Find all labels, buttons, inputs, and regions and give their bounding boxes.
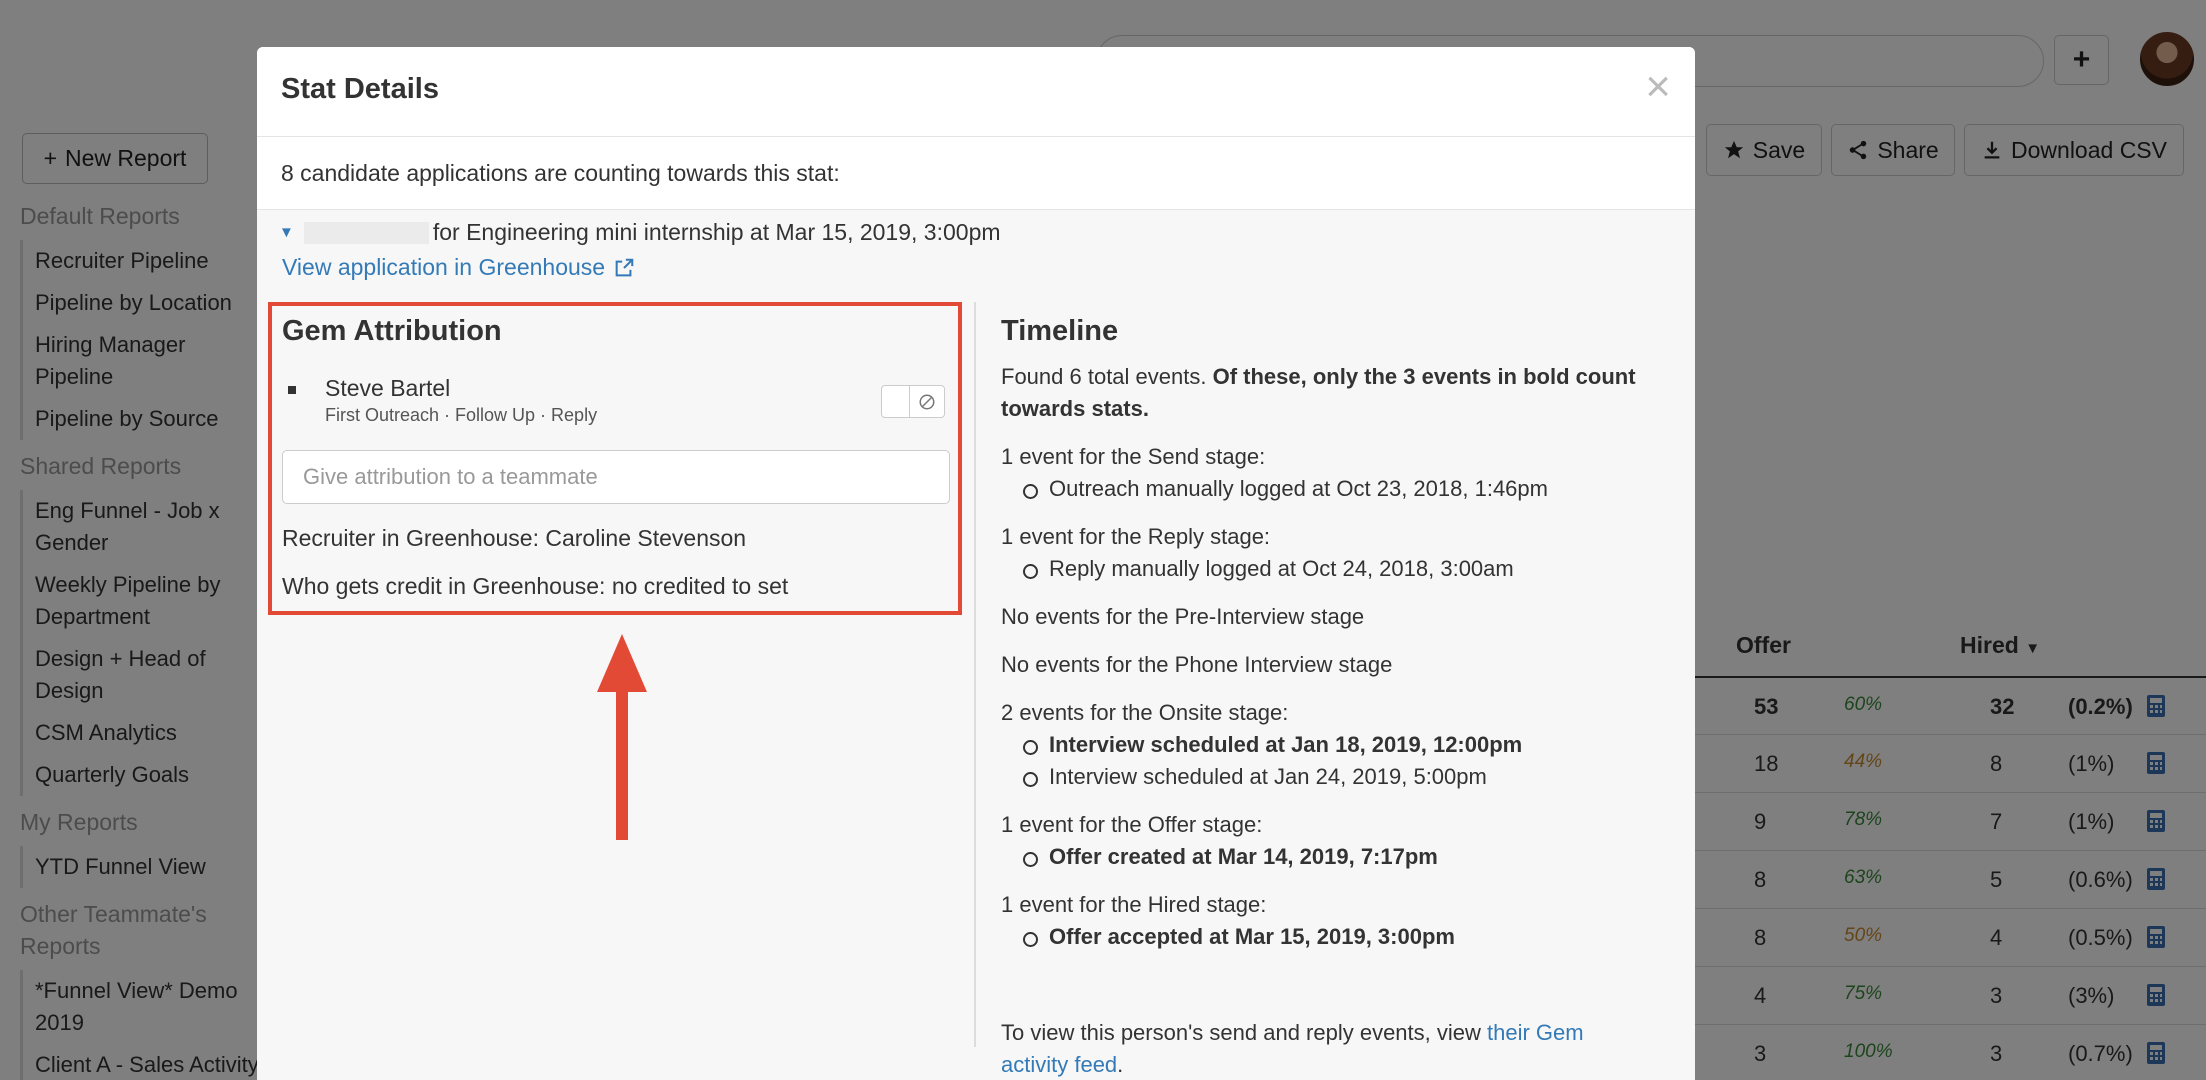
red-arrow-annotation bbox=[597, 634, 647, 840]
application-count-text: 8 candidate applications are counting to… bbox=[281, 160, 840, 186]
modal-subheader: 8 candidate applications are counting to… bbox=[257, 137, 1695, 210]
column-divider bbox=[974, 302, 976, 1047]
stat-details-modal: Stat Details × 8 candidate applications … bbox=[257, 47, 1695, 1080]
hired-stage: 1 event for the Hired stage: bbox=[1001, 892, 1267, 917]
redacted-candidate-name bbox=[303, 221, 429, 244]
reply-stage: 1 event for the Reply stage: bbox=[1001, 524, 1271, 549]
attribution-toggle[interactable] bbox=[881, 385, 945, 418]
offer-stage: 1 event for the Offer stage: bbox=[1001, 812, 1263, 837]
bullet bbox=[288, 386, 296, 394]
modal-header: Stat Details × bbox=[257, 47, 1695, 137]
external-link-icon bbox=[615, 258, 634, 276]
timeline-event: Reply manually logged at Oct 24, 2018, 3… bbox=[1023, 553, 1514, 585]
timeline-summary: Found 6 total events. Of these, only the… bbox=[1001, 364, 1636, 421]
attribution-stages: First Outreach · Follow Up · Reply bbox=[325, 405, 598, 425]
view-application-link[interactable]: View application in Greenhouse bbox=[282, 254, 635, 281]
timeline-event: Outreach manually logged at Oct 23, 2018… bbox=[1023, 473, 1548, 505]
phone-interview-stage: No events for the Phone Interview stage bbox=[1001, 652, 1393, 677]
application-row[interactable]: ▼ for Engineering mini internship at Mar… bbox=[279, 219, 1001, 246]
toggle-on-side[interactable] bbox=[882, 386, 910, 417]
caret-down-icon[interactable]: ▼ bbox=[279, 224, 294, 241]
timeline-event: Offer accepted at Mar 15, 2019, 3:00pm bbox=[1023, 921, 1455, 953]
application-text: for Engineering mini internship at Mar 1… bbox=[432, 219, 1001, 245]
timeline-event: Interview scheduled at Jan 18, 2019, 12:… bbox=[1022, 729, 1522, 761]
attribution-input[interactable] bbox=[282, 450, 950, 504]
timeline-event: Offer created at Mar 14, 2019, 7:17pm bbox=[1023, 841, 1438, 873]
modal-title: Stat Details bbox=[281, 73, 439, 105]
timeline-footer: To view this person's send and reply eve… bbox=[1001, 1020, 1584, 1077]
ban-icon[interactable] bbox=[910, 386, 944, 417]
close-icon[interactable]: × bbox=[1645, 65, 1671, 109]
onsite-stage: 2 events for the Onsite stage: bbox=[1001, 700, 1289, 725]
credit-line: Who gets credit in Greenhouse: no credit… bbox=[282, 573, 789, 599]
send-stage: 1 event for the Send stage: bbox=[1001, 444, 1266, 469]
timeline-title: Timeline bbox=[1001, 315, 1119, 347]
attribution-person: Steve Bartel bbox=[325, 375, 451, 401]
gem-attribution-title: Gem Attribution bbox=[282, 315, 502, 347]
pre-interview-stage: No events for the Pre-Interview stage bbox=[1001, 604, 1365, 629]
recruiter-line: Recruiter in Greenhouse: Caroline Steven… bbox=[282, 525, 747, 551]
timeline-event: Interview scheduled at Jan 24, 2019, 5:0… bbox=[1023, 761, 1487, 793]
